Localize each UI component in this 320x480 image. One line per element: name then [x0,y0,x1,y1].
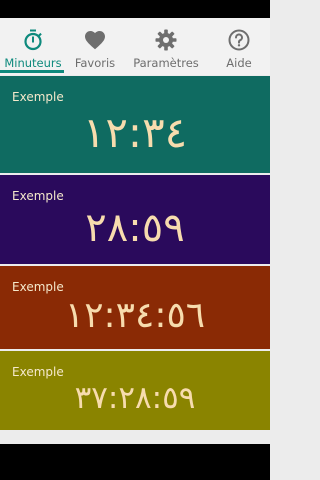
timer-card-label: Exemple [12,189,64,203]
gear-icon [155,29,177,51]
timer-card-1[interactable]: Exemple ١٢:٣٤ [0,76,270,173]
tab-favoris-label: Favoris [74,56,116,70]
timer-time: ١٢:٣٤:٥٦ [64,295,206,336]
timer-time: ٢٨:٥٩ [85,205,185,251]
tab-minuteurs-label: Minuteurs [4,56,62,70]
tab-bar: Minuteurs Favoris Paramètres Aide [0,18,270,75]
active-tab-indicator [0,70,64,73]
timer-card-label: Exemple [12,280,64,294]
heart-icon [85,31,105,50]
timer-card-2[interactable]: Exemple ٢٨:٥٩ [0,175,270,264]
timer-card-label: Exemple [12,365,64,379]
status-bar [0,0,270,18]
timer-card-label: Exemple [12,90,64,104]
timer-time: ٣٧:٢٨:٥٩ [74,380,196,416]
tab-minuteurs[interactable]: Minuteurs [0,18,66,75]
timer-card-4[interactable]: Exemple ٣٧:٢٨:٥٩ [0,351,270,430]
timer-card-3[interactable]: Exemple ١٢:٣٤:٥٦ [0,266,270,349]
tab-favoris[interactable]: Favoris [66,18,124,75]
navigation-bar [0,444,270,480]
timer-icon [24,29,42,51]
tab-aide[interactable]: Aide [208,18,270,75]
tab-aide-label: Aide [226,56,252,70]
timer-time: ١٢:٣٤ [82,108,188,157]
tab-parametres[interactable]: Paramètres [124,18,208,75]
tab-parametres-label: Paramètres [133,56,199,70]
help-icon [228,29,250,51]
